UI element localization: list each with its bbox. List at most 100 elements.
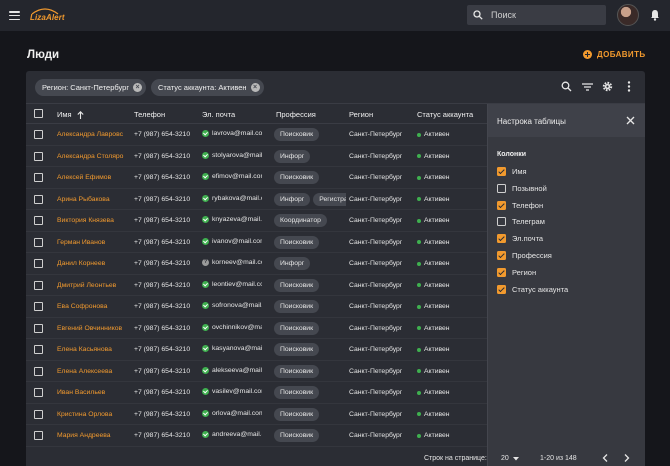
add-person-button[interactable]: ДОБАВИТЬ — [583, 50, 646, 59]
table-row[interactable]: Александра Столяро +7 (987) 654-3210 stoly… — [26, 146, 487, 167]
row-checkbox[interactable] — [34, 237, 43, 247]
close-icon[interactable]: × — [250, 83, 260, 92]
email-cell: stolyarova@mail.com — [202, 151, 262, 159]
table-row[interactable]: Арина Рыбакова +7 (987) 654-3210 rybakova@… — [26, 189, 487, 210]
row-checkbox[interactable] — [34, 409, 43, 419]
row-checkbox[interactable] — [34, 173, 43, 182]
person-name-link[interactable]: Мария Андреева — [57, 432, 135, 439]
checkbox-checked-icon[interactable] — [497, 251, 506, 260]
column-header-phone[interactable]: Телефон — [134, 110, 165, 119]
status-text: Активен — [424, 346, 450, 353]
row-checkbox[interactable] — [34, 431, 43, 440]
person-name-link[interactable]: Данил Корнеев — [57, 260, 135, 267]
row-checkbox[interactable] — [34, 302, 43, 311]
row-checkbox[interactable] — [34, 130, 43, 139]
filter-chip-label: Статус аккаунта: Активен — [158, 83, 247, 92]
table-row[interactable]: Алексей Ефимов +7 (987) 654-3210 efimov@ma… — [26, 167, 487, 189]
column-toggle-label: Телеграм — [512, 217, 545, 227]
help-icon: ? — [202, 259, 209, 266]
person-name-link[interactable]: Иван Васильев — [57, 389, 135, 396]
column-toggle-option[interactable]: Статус аккаунта — [497, 284, 568, 294]
filter-icon[interactable] — [582, 83, 593, 91]
more-vert-icon[interactable] — [627, 81, 631, 92]
chevron-left-icon[interactable] — [602, 454, 608, 462]
gear-icon[interactable] — [602, 81, 613, 92]
table-row[interactable]: Евгений Овчинников +7 (987) 654-3210 ovchi… — [26, 318, 487, 339]
person-name-link[interactable]: Ева Софронова — [57, 303, 135, 310]
search-input[interactable] — [491, 7, 601, 23]
row-checkbox[interactable] — [34, 345, 43, 354]
app-logo[interactable]: LizaAlert — [30, 7, 65, 24]
column-header-name[interactable]: Имя — [57, 110, 84, 119]
table-row[interactable]: Елена Касьянова +7 (987) 654-3210 kasyanov… — [26, 339, 487, 361]
column-toggle-option[interactable]: Телеграм — [497, 217, 545, 227]
table-row[interactable]: Данил Корнеев +7 (987) 654-3210? korneev@m… — [26, 253, 487, 275]
menu-icon[interactable] — [9, 11, 20, 20]
column-toggle-option[interactable]: Позывной — [497, 183, 547, 193]
row-checkbox[interactable] — [34, 388, 43, 397]
region-cell: Санкт-Петербург — [349, 324, 403, 332]
table-row[interactable]: Виктория Князева +7 (987) 654-3210 knyazev… — [26, 210, 487, 232]
table-row[interactable]: Александра Лавровс +7 (987) 654-3210 lavro… — [26, 124, 487, 146]
column-toggle-option[interactable]: Эл.почта — [497, 234, 543, 244]
status-text: Активен — [424, 174, 450, 181]
column-header-profession[interactable]: Профессия — [276, 110, 316, 119]
phone-cell: +7 (987) 654-3210 — [134, 346, 191, 353]
filter-chip-region[interactable]: Регион: Санкт-Петербург × — [35, 79, 147, 96]
column-header-email[interactable]: Эл. почта — [202, 110, 235, 119]
table-row[interactable]: Ева Софронова +7 (987) 654-3210 sofronova@… — [26, 296, 487, 318]
person-name-link[interactable]: Кристина Орлова — [57, 411, 135, 418]
table-row[interactable]: Мария Андреева +7 (987) 654-3210 andreeva@… — [26, 425, 487, 447]
person-name-link[interactable]: Александра Столяро — [57, 153, 135, 160]
search-icon[interactable] — [561, 81, 572, 92]
column-toggle-option[interactable]: Регион — [497, 267, 536, 277]
column-toggle-option[interactable]: Профессия — [497, 251, 552, 260]
row-checkbox[interactable] — [34, 323, 43, 333]
checkbox-checked-icon[interactable] — [497, 200, 506, 210]
person-name-link[interactable]: Дмитрий Леонтьев — [57, 282, 135, 289]
close-icon[interactable] — [626, 116, 635, 125]
table-row[interactable]: Герман Иванов +7 (987) 654-3210 ivanov@mai… — [26, 232, 487, 253]
email-cell: lavrova@mail.com — [202, 130, 262, 137]
table-row[interactable]: Иван Васильев +7 (987) 654-3210 vasilev@ma… — [26, 382, 487, 404]
close-icon[interactable]: × — [133, 83, 143, 92]
column-toggle-option[interactable]: Имя — [497, 167, 527, 176]
notifications-bell-icon[interactable] — [650, 9, 660, 21]
checkbox-checked-icon[interactable] — [497, 284, 506, 294]
column-toggle-option[interactable]: Телефон — [497, 200, 543, 210]
row-checkbox[interactable] — [34, 151, 43, 161]
checkbox-checked-icon[interactable] — [497, 167, 506, 176]
column-header-region[interactable]: Регион — [349, 110, 373, 119]
select-all-checkbox[interactable] — [34, 109, 43, 118]
table-row[interactable]: Кристина Орлова +7 (987) 654-3210 orlova@m… — [26, 404, 487, 425]
row-checkbox[interactable] — [34, 280, 43, 290]
person-name-link[interactable]: Арина Рыбакова — [57, 196, 135, 203]
table-row[interactable]: Дмитрий Леонтьев +7 (987) 654-3210 leontie… — [26, 275, 487, 296]
user-avatar[interactable] — [617, 4, 639, 26]
email-cell: ?korneev@mail.com — [202, 259, 262, 266]
person-name-link[interactable]: Герман Иванов — [57, 239, 135, 246]
person-name-link[interactable]: Александра Лавровс — [57, 131, 135, 138]
global-search[interactable] — [467, 5, 606, 25]
status-cell: Активен — [417, 196, 450, 203]
row-checkbox[interactable] — [34, 194, 43, 204]
filter-bar: Регион: Санкт-Петербург × Статус аккаунт… — [26, 71, 645, 104]
person-name-link[interactable]: Виктория Князева — [57, 217, 135, 224]
person-name-link[interactable]: Евгений Овчинников — [57, 325, 135, 332]
column-header-status[interactable]: Статус аккаунта — [417, 110, 473, 119]
region-cell: Санкт-Петербург — [349, 217, 403, 224]
checkbox-checked-icon[interactable] — [497, 234, 506, 244]
checkbox-unchecked-icon[interactable] — [497, 183, 506, 193]
rows-per-page-select[interactable]: 20 — [501, 455, 519, 462]
row-checkbox[interactable] — [34, 259, 43, 268]
chevron-right-icon[interactable] — [624, 454, 630, 462]
person-name-link[interactable]: Елена Касьянова — [57, 346, 135, 353]
person-name-link[interactable]: Алексей Ефимов — [57, 174, 135, 181]
table-row[interactable]: Елена Алексеева +7 (987) 654-3210 alekseev… — [26, 361, 487, 382]
checkbox-checked-icon[interactable] — [497, 267, 506, 277]
checkbox-unchecked-icon[interactable] — [497, 217, 506, 227]
row-checkbox[interactable] — [34, 216, 43, 225]
row-checkbox[interactable] — [34, 366, 43, 376]
person-name-link[interactable]: Елена Алексеева — [57, 368, 135, 375]
filter-chip-status[interactable]: Статус аккаунта: Активен × — [151, 79, 264, 96]
